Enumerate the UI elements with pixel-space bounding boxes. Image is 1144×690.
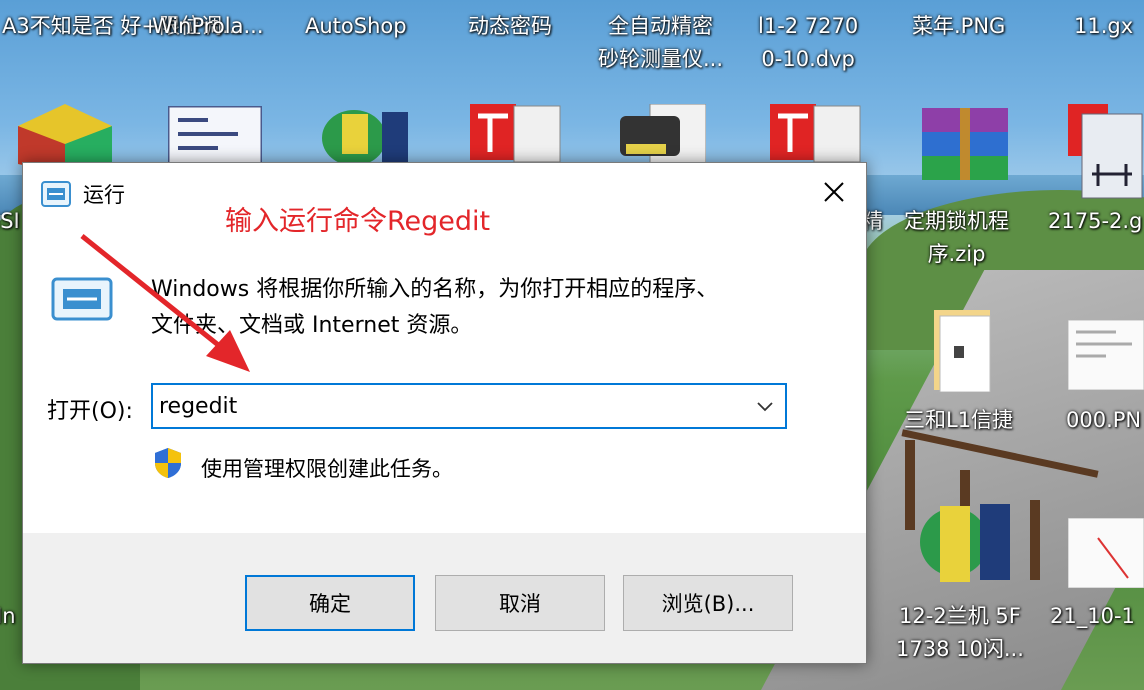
image-file-icon[interactable]: [1068, 518, 1144, 588]
desktop-icon-label[interactable]: 全自动精密 砂轮测量仪...: [598, 10, 723, 76]
desktop-icon-label[interactable]: In: [0, 600, 16, 633]
desktop-icon-label[interactable]: 动态密码: [468, 10, 552, 43]
desktop-icon-label[interactable]: 12-2兰机 5F 1738 10闪...: [896, 600, 1024, 666]
admin-note: 使用管理权限创建此任务。: [201, 457, 453, 481]
desktop-icon-label[interactable]: 2175-2.g: [1048, 205, 1142, 238]
desktop-icon-label[interactable]: 菜年.PNG: [912, 10, 1005, 43]
cancel-button[interactable]: 取消: [435, 575, 605, 631]
fence-background: [1030, 500, 1040, 580]
desktop-icon-label[interactable]: 21_10-1: [1050, 600, 1135, 633]
run-dialog: 运行 输入运行命令Regedit Windows 将根据你所输入的名称，为你打开…: [22, 162, 867, 664]
file-icon[interactable]: [470, 104, 562, 164]
run-icon: [51, 277, 113, 325]
dvp-file-icon[interactable]: [770, 104, 862, 164]
close-icon: [824, 182, 844, 202]
plc-app-icon[interactable]: [916, 498, 1014, 588]
shield-icon: [153, 447, 183, 483]
desktop-icon-label[interactable]: ISI: [0, 205, 20, 238]
fence-background: [905, 440, 915, 530]
text-file-icon[interactable]: [168, 106, 262, 168]
ladder-file-icon[interactable]: [1068, 104, 1144, 200]
desktop-icon-label[interactable]: l1-2 7270 0-10.dvp: [758, 10, 858, 76]
plc-app-icon[interactable]: [318, 104, 414, 168]
button-bar: 确定 取消 浏览(B)...: [23, 533, 866, 663]
image-file-icon[interactable]: [1068, 320, 1144, 390]
ok-button[interactable]: 确定: [245, 575, 415, 631]
desktop-icon-label[interactable]: 000.PN: [1066, 404, 1141, 437]
desktop-icon-label[interactable]: AutoShop: [305, 10, 407, 43]
browse-button[interactable]: 浏览(B)...: [623, 575, 793, 631]
description-text: 文件夹、文档或 Internet 资源。: [151, 313, 473, 338]
open-label: 打开(O):: [47, 399, 133, 424]
winrar-archive-icon[interactable]: [922, 108, 1008, 182]
open-combobox[interactable]: [151, 383, 787, 429]
desktop-icon-label[interactable]: WinProla...: [152, 10, 264, 43]
file-icon[interactable]: [620, 104, 706, 164]
open-input[interactable]: [159, 391, 739, 421]
desktop-icon-label[interactable]: 三和L1信捷: [904, 404, 1013, 437]
desktop-icon-label[interactable]: 定期锁机程 序.zip: [904, 205, 1009, 271]
description-text: Windows 将根据你所输入的名称，为你打开相应的程序、: [151, 277, 719, 302]
desktop-icon-label[interactable]: 11.gx: [1074, 10, 1133, 43]
close-button[interactable]: [802, 163, 866, 221]
chevron-down-icon[interactable]: [753, 395, 777, 419]
folder-icon[interactable]: [934, 310, 996, 392]
run-icon: [41, 181, 71, 211]
annotation-text: 输入运行命令Regedit: [225, 206, 491, 237]
dialog-title: 运行: [83, 183, 125, 207]
